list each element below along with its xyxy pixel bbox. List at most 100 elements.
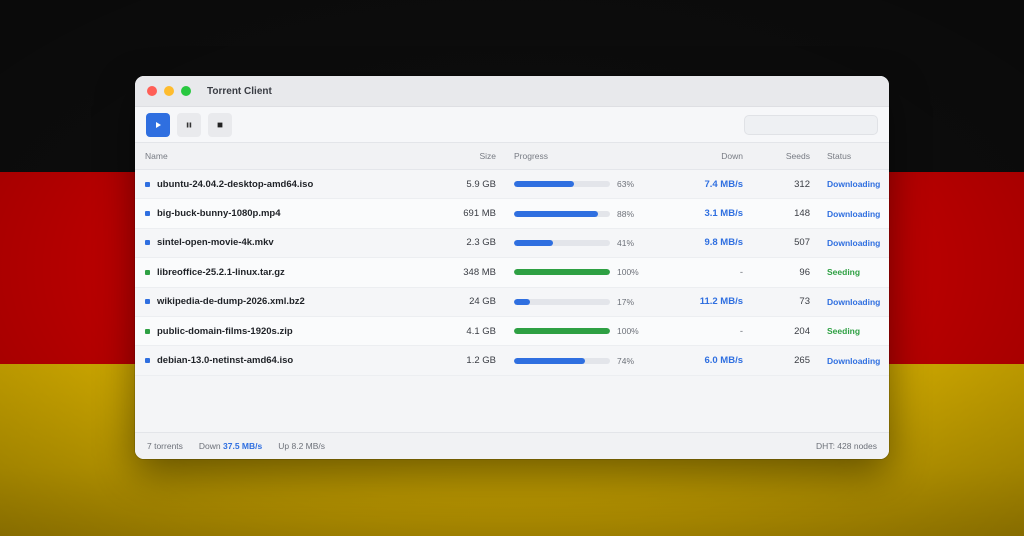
torrent-progress-cell: 63% [496,179,636,189]
torrent-seeds: 96 [799,266,810,278]
close-window-button[interactable] [147,86,157,96]
stop-icon [217,122,223,127]
total-download-rate: Down 37.5 MB/s [199,441,262,451]
progress-bar [514,239,610,246]
progress-bar-fill [514,239,554,246]
torrent-download-rate: 6.0 MB/s [704,355,743,367]
torrent-name-cell: public-domain-films-1920s.zip [135,326,435,337]
progress-bar-fill [514,210,599,217]
progress-bar [514,298,610,305]
torrent-name-cell: big-buck-bunny-1080p.mp4 [135,208,435,219]
table-row[interactable]: ubuntu-24.04.2-desktop-amd64.iso 5.9 GB … [135,170,889,200]
torrent-name: ubuntu-24.04.2-desktop-amd64.iso [157,178,314,190]
upload-rate-value: 8.2 MB/s [291,441,326,451]
torrent-progress-cell: 17% [496,297,636,307]
state-indicator-icon [145,240,150,246]
torrent-progress-cell: 100% [496,267,639,277]
torrent-progress-cell: 41% [496,238,636,248]
torrent-size: 1.2 GB [466,355,496,367]
progress-percent: 41% [617,237,635,248]
minimize-window-button[interactable] [164,86,174,96]
torrent-client-window: Torrent Client Name Size Progress Down S… [135,76,889,459]
download-rate-label: Down [198,441,221,451]
torrent-name-cell: libreoffice-25.2.1-linux.tar.gz [135,267,435,278]
stop-button[interactable] [208,112,232,137]
torrent-name: libreoffice-25.2.1-linux.tar.gz [157,266,285,278]
torrent-download-rate: 9.8 MB/s [704,237,743,249]
column-header-status[interactable]: Status [810,151,889,161]
pause-button[interactable] [177,112,201,137]
column-header-down[interactable]: Down [636,151,743,161]
zoom-window-button[interactable] [181,86,191,96]
status-badge: Downloading [827,208,881,219]
torrent-name-cell: debian-13.0-netinst-amd64.iso [135,355,435,366]
progress-bar-fill [514,181,575,188]
status-badge: Downloading [827,296,881,307]
state-indicator-icon [145,299,150,305]
table-row[interactable]: public-domain-films-1920s.zip 4.1 GB 100… [135,316,889,347]
torrent-seeds: 265 [794,355,810,367]
progress-percent: 74% [617,355,635,366]
torrent-size: 348 MB [463,266,496,278]
status-badge: Seeding [827,326,861,337]
torrent-download-rate: 7.4 MB/s [704,178,743,190]
progress-bar-fill [514,357,586,364]
torrent-progress-cell: 88% [496,209,636,219]
torrent-size: 4.1 GB [466,325,496,337]
progress-bar [514,210,610,217]
progress-bar [514,181,610,188]
torrent-size: 2.3 GB [466,237,496,249]
toolbar [135,107,889,143]
table-row[interactable]: debian-13.0-netinst-amd64.iso 1.2 GB 74%… [135,346,889,376]
download-rate-value: 37.5 MB/s [223,441,263,451]
upload-rate-label: Up [278,441,290,451]
progress-bar [514,328,610,335]
column-header-seeds[interactable]: Seeds [743,151,810,161]
progress-bar [514,357,610,364]
state-indicator-icon [145,269,150,275]
torrent-download-rate: 3.1 MB/s [704,208,743,220]
titlebar: Torrent Client [135,76,889,107]
play-button[interactable] [146,112,170,137]
torrent-count: 7 torrents [147,441,183,451]
torrent-seeds: 204 [794,325,810,337]
torrent-size: 691 MB [463,208,496,220]
window-controls [147,86,191,96]
column-header-size[interactable]: Size [435,151,496,161]
state-indicator-icon [145,328,150,334]
torrent-download-rate: - [739,266,743,278]
torrent-size: 24 GB [469,296,496,308]
torrent-seeds: 148 [794,208,810,220]
status-bar: 7 torrents Down 37.5 MB/s Up 8.2 MB/s DH… [135,432,889,459]
progress-bar-fill [514,298,531,305]
play-icon [156,121,161,128]
torrent-progress-cell: 74% [496,356,636,366]
search-input[interactable] [744,114,878,135]
dht-node-count: DHT: 428 nodes [816,441,877,451]
torrent-name: wikipedia-de-dump-2026.xml.bz2 [157,296,305,308]
total-upload-rate: Up 8.2 MB/s [278,441,325,451]
state-indicator-icon [145,181,150,187]
state-indicator-icon [145,211,150,217]
torrent-name-cell: sintel-open-movie-4k.mkv [135,237,435,248]
status-badge: Downloading [827,355,881,366]
torrent-seeds: 507 [794,237,810,249]
torrent-seeds: 73 [799,296,810,308]
torrent-progress-cell: 100% [496,326,639,336]
column-header-progress[interactable]: Progress [496,151,636,161]
torrent-name-cell: wikipedia-de-dump-2026.xml.bz2 [135,296,435,307]
pause-icon [186,122,192,127]
table-row[interactable]: libreoffice-25.2.1-linux.tar.gz 348 MB 1… [135,258,889,288]
torrent-seeds: 312 [794,178,810,190]
window-title: Torrent Client [207,85,272,97]
column-header-name[interactable]: Name [135,151,435,161]
torrent-name-cell: ubuntu-24.04.2-desktop-amd64.iso [135,179,435,190]
status-badge: Downloading [827,179,881,190]
table-row[interactable]: sintel-open-movie-4k.mkv 2.3 GB 41% 9.8 … [135,228,889,259]
table-row[interactable]: wikipedia-de-dump-2026.xml.bz2 24 GB 17%… [135,287,889,317]
state-indicator-icon [145,358,150,364]
status-badge: Downloading [827,237,881,248]
torrent-download-rate: - [739,325,743,337]
progress-bar-fill [514,269,610,276]
table-row[interactable]: big-buck-bunny-1080p.mp4 691 MB 88% 3.1 … [135,199,889,229]
